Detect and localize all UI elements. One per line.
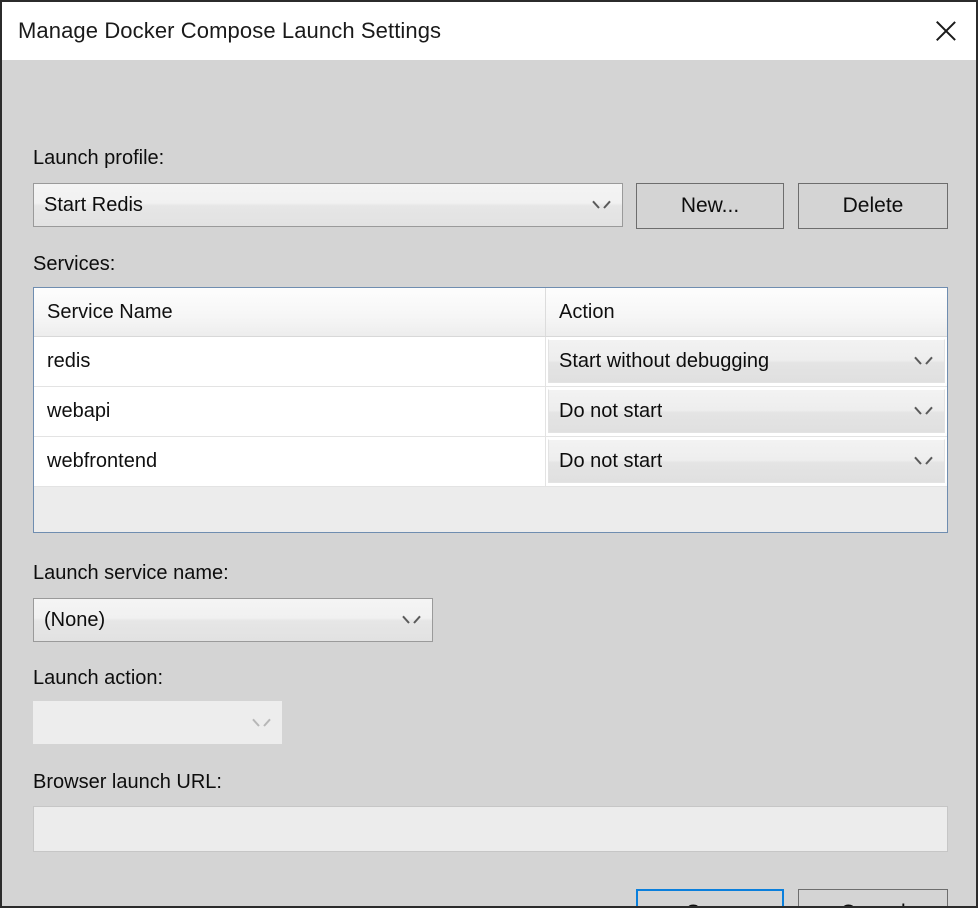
grid-empty-area [34, 487, 947, 532]
service-name-cell: redis [34, 337, 546, 386]
chevron-down-icon [595, 197, 608, 210]
delete-profile-button[interactable]: Delete [798, 183, 948, 229]
table-row[interactable]: redis Start without debugging [34, 337, 947, 387]
service-action-combobox[interactable]: Start without debugging [548, 339, 945, 383]
dialog-window: Manage Docker Compose Launch Settings La… [0, 0, 978, 908]
close-icon [932, 18, 958, 44]
dialog-title: Manage Docker Compose Launch Settings [18, 18, 442, 43]
dialog-body: Launch profile: Start Redis New... Delet… [2, 60, 976, 906]
launch-service-name-combobox[interactable]: (None) [33, 598, 433, 642]
service-action-cell[interactable]: Do not start [546, 387, 947, 436]
service-name-cell: webapi [34, 387, 546, 436]
chevron-down-icon [917, 403, 930, 416]
service-action-value: Do not start [559, 449, 663, 472]
new-profile-button[interactable]: New... [636, 183, 784, 229]
launch-profile-label: Launch profile: [33, 147, 165, 169]
close-button[interactable] [914, 2, 976, 60]
cancel-button[interactable]: Cancel [798, 889, 948, 906]
title-bar: Manage Docker Compose Launch Settings [2, 2, 976, 60]
launch-service-name-value: (None) [44, 608, 106, 631]
browser-launch-url-label: Browser launch URL: [33, 771, 222, 793]
chevron-down-icon [917, 453, 930, 466]
launch-profile-combobox[interactable]: Start Redis [33, 183, 623, 227]
column-header-action[interactable]: Action [546, 288, 947, 336]
service-name-cell: webfrontend [34, 437, 546, 486]
services-grid[interactable]: Service Name Action redis Start without … [33, 287, 948, 533]
chevron-down-icon [917, 353, 930, 366]
service-action-value: Start without debugging [559, 349, 770, 372]
chevron-down-icon [405, 612, 418, 625]
services-grid-header: Service Name Action [34, 288, 947, 337]
chevron-down-icon [255, 715, 268, 728]
launch-service-name-label: Launch service name: [33, 562, 229, 584]
service-action-combobox[interactable]: Do not start [548, 439, 945, 483]
table-row[interactable]: webfrontend Do not start [34, 437, 947, 487]
services-label: Services: [33, 253, 116, 275]
service-action-combobox[interactable]: Do not start [548, 389, 945, 433]
service-action-cell[interactable]: Do not start [546, 437, 947, 486]
launch-action-combobox [33, 701, 282, 744]
launch-action-label: Launch action: [33, 667, 164, 689]
service-action-value: Do not start [559, 399, 663, 422]
service-action-cell[interactable]: Start without debugging [546, 337, 947, 386]
table-row[interactable]: webapi Do not start [34, 387, 947, 437]
column-header-service-name[interactable]: Service Name [34, 288, 546, 336]
save-button[interactable]: Save [636, 889, 784, 906]
launch-profile-value: Start Redis [44, 193, 143, 216]
browser-launch-url-input[interactable] [33, 806, 948, 852]
